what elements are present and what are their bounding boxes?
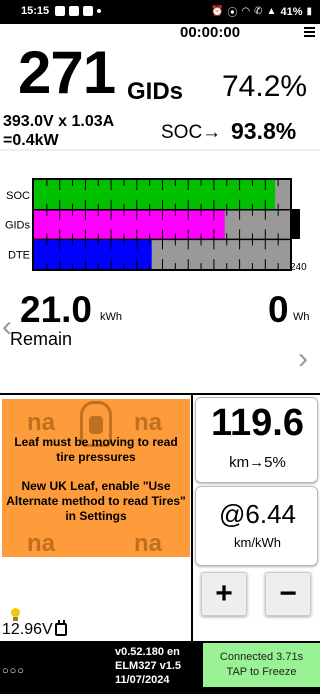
efficiency-value: @6.44 xyxy=(219,499,296,529)
remain-value: 21.0 xyxy=(20,289,93,330)
divider xyxy=(191,393,193,641)
message-icon xyxy=(83,6,93,16)
alarm-icon: ⏰ xyxy=(210,6,224,17)
remain-label: Remain xyxy=(10,329,73,349)
chart-max-label: 240 xyxy=(290,262,307,273)
tire-pressure-panel[interactable]: na na na na Leaf must be moving to read … xyxy=(2,399,190,557)
tire-rear-left: na xyxy=(27,530,56,557)
divider xyxy=(0,393,320,395)
tire-front-left: na xyxy=(27,409,56,436)
range-target: km→5% xyxy=(229,454,286,471)
gids-label: GIDs xyxy=(127,78,184,105)
remain-unit: kWh xyxy=(100,311,122,323)
status-right: ⏰ ⦿ ◠ ✆ ▲ 41% ▮ xyxy=(210,4,312,20)
gids-percent: 74.2% xyxy=(222,70,308,103)
battery-icon: ▮ xyxy=(306,6,312,17)
soc-label: SOC→ xyxy=(161,122,222,143)
status-bar: 15:15 ⏰ ⦿ ◠ ✆ ▲ 41% ▮ xyxy=(0,0,320,24)
call-icon: ✆ xyxy=(254,6,263,17)
category-label: SOC xyxy=(6,190,30,202)
efficiency-box[interactable]: @6.44 km/kWh xyxy=(195,486,318,566)
app-version: v0.52.180 en xyxy=(115,646,180,658)
lightbulb-icon xyxy=(10,608,20,622)
gids-value: 271 xyxy=(18,39,116,106)
version-info: v0.52.180 en ELM327 v1.5 11/07/2024 xyxy=(115,645,181,687)
next-page-icon[interactable]: › xyxy=(298,344,316,374)
build-date: 11/07/2024 xyxy=(115,674,170,686)
notification-icon xyxy=(55,6,65,16)
category-label: DTE xyxy=(8,249,30,261)
connection-status: Connected 3.71s xyxy=(219,651,304,663)
footer: ○○○ v0.52.180 en ELM327 v1.5 11/07/2024 … xyxy=(0,641,320,694)
location-icon: ⦿ xyxy=(227,8,238,19)
connection-freeze-button[interactable]: Connected 3.71s TAP to Freeze xyxy=(203,643,320,687)
battery-bar-chart: SOC GIDs DTE 240 xyxy=(0,148,320,274)
dot-icon xyxy=(97,9,101,13)
plus-button[interactable]: + xyxy=(201,572,247,616)
range-box[interactable]: 119.6 km→5% xyxy=(195,397,318,483)
calendar-icon[interactable] xyxy=(55,620,67,636)
wifi-icon: ◠ xyxy=(241,6,251,17)
category-label: GIDs xyxy=(5,220,31,232)
battery-percent: 41% xyxy=(280,5,303,18)
soc-value: 93.8% xyxy=(231,118,297,144)
wh-value: 0 xyxy=(268,289,289,330)
hamburger-menu-icon[interactable] xyxy=(304,27,315,37)
signal-icon: ▲ xyxy=(266,6,277,17)
minus-button[interactable]: − xyxy=(265,572,311,616)
battery-terminal-icon xyxy=(291,209,300,239)
dashboard-panel: 00:00:00 271 GIDs 74.2% 393.0V x 1.03A =… xyxy=(0,24,320,641)
wh-unit: Wh xyxy=(293,311,310,323)
tire-message: Leaf must be moving to read tire pressur… xyxy=(14,435,178,464)
efficiency-unit: km/kWh xyxy=(234,535,281,550)
range-value: 119.6 xyxy=(211,402,304,444)
bar-gids xyxy=(34,209,225,240)
status-dots: ○○○ xyxy=(2,665,25,677)
trip-timer[interactable]: 00:00:00 xyxy=(180,24,240,41)
bar-dte xyxy=(34,239,152,270)
tire-rear-right: na xyxy=(134,530,163,557)
voltage-current-readout: 393.0V x 1.03A xyxy=(3,113,115,130)
notification-icon xyxy=(69,6,79,16)
tire-settings-hint: New UK Leaf, enable "Use Alternate metho… xyxy=(6,479,186,523)
bar-soc xyxy=(34,180,276,210)
status-time: 15:15 xyxy=(21,5,50,17)
adapter-version: ELM327 v1.5 xyxy=(115,660,182,672)
aux-battery-voltage: 12.96V xyxy=(2,621,53,638)
freeze-hint: TAP to Freeze xyxy=(226,666,297,678)
tire-front-right: na xyxy=(134,409,163,436)
notification-icons xyxy=(55,6,101,16)
